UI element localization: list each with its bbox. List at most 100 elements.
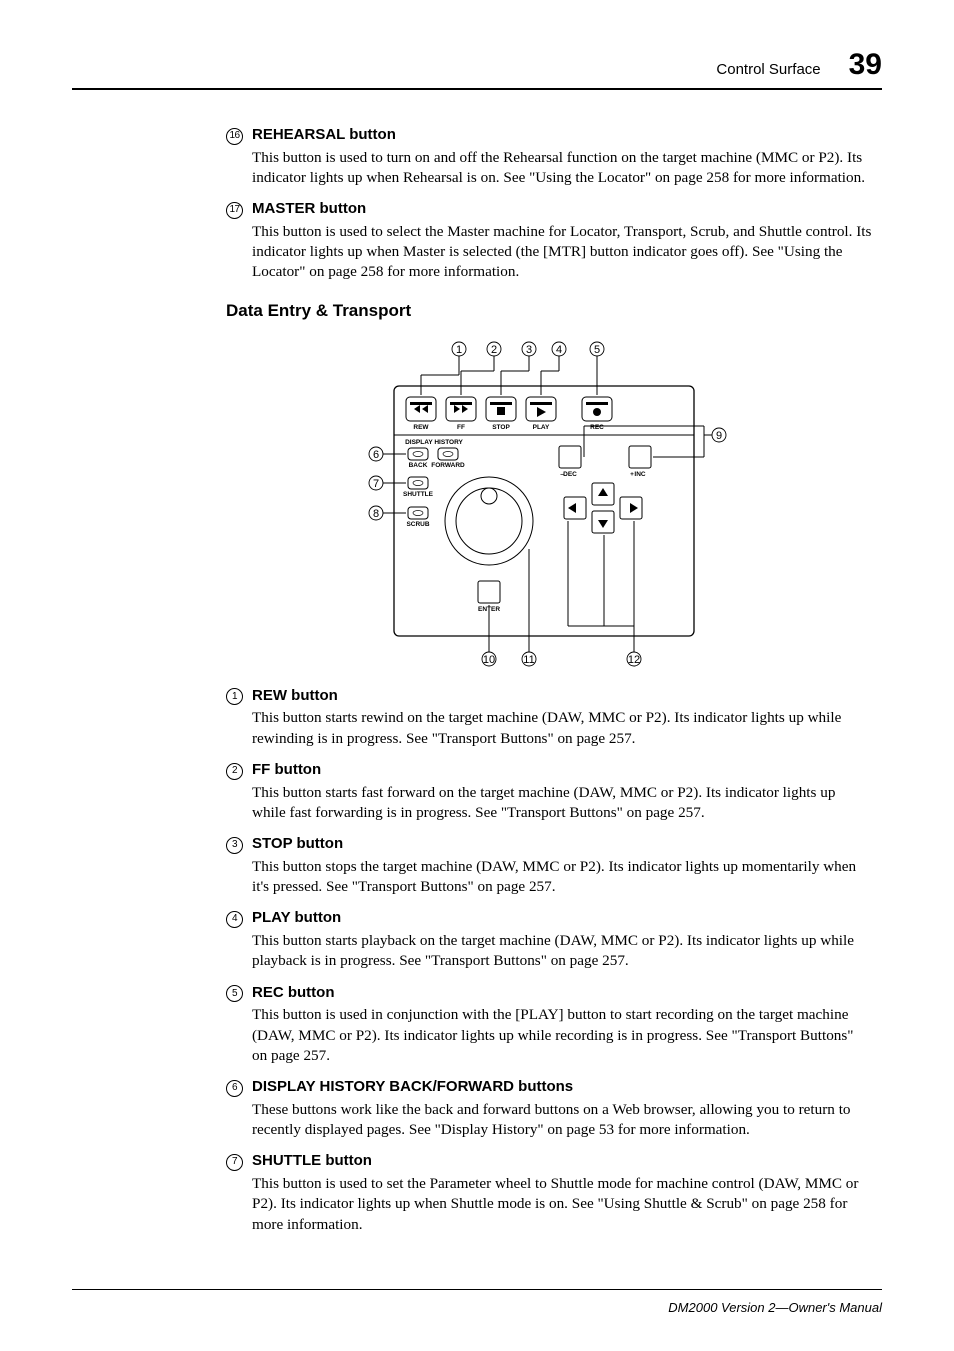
circled-number-5: 5 xyxy=(226,985,243,1002)
item-body: These buttons work like the back and for… xyxy=(252,1100,872,1141)
item-body: This button starts rewind on the target … xyxy=(252,708,872,749)
item-head: 1 REW button xyxy=(226,687,872,707)
item-body: This button is used to set the Parameter… xyxy=(252,1174,872,1235)
item-marker: 16 xyxy=(226,126,252,146)
item-marker: 7 xyxy=(226,1152,252,1172)
callout-1: 1 xyxy=(421,342,466,395)
circled-number-2: 2 xyxy=(226,763,243,780)
display-history-label: DISPLAY HISTORY xyxy=(405,439,463,446)
parameter-wheel-icon xyxy=(445,477,533,565)
svg-text:5: 5 xyxy=(594,344,600,356)
callout-4: 4 xyxy=(541,342,566,395)
item-marker: 5 xyxy=(226,984,252,1004)
diagram-wrap: REW FF STOP xyxy=(226,331,872,669)
item-head: 3 STOP button xyxy=(226,835,872,855)
svg-text:10: 10 xyxy=(483,654,495,666)
item-head: 5 REC button xyxy=(226,984,872,1004)
footer-text: DM2000 Version 2—Owner's Manual xyxy=(668,1300,882,1315)
svg-text:12: 12 xyxy=(628,654,640,666)
callout-7: 7 xyxy=(369,476,406,490)
svg-text:1: 1 xyxy=(456,344,462,356)
item-title: REC button xyxy=(252,984,334,1001)
item-rehearsal: 16 REHEARSAL button This button is used … xyxy=(226,126,872,188)
item-head: 2 FF button xyxy=(226,761,872,781)
play-label: PLAY xyxy=(533,424,550,431)
item-marker: 6 xyxy=(226,1078,252,1098)
svg-text:9: 9 xyxy=(716,430,722,442)
ff-button-icon: FF xyxy=(446,397,476,431)
item-body: This button is used to turn on and off t… xyxy=(252,148,872,189)
forward-button-icon: FORWARD xyxy=(431,448,465,469)
svg-text:2: 2 xyxy=(491,344,497,356)
item-marker: 17 xyxy=(226,200,252,220)
dec-button-icon: DEC – xyxy=(559,446,581,478)
circled-number-4: 4 xyxy=(226,911,243,928)
item-rew: 1 REW button This button starts rewind o… xyxy=(226,687,872,749)
inc-label: INC xyxy=(634,471,646,478)
inc-plus-label: + xyxy=(630,471,634,478)
svg-text:11: 11 xyxy=(523,654,534,666)
dec-label: DEC xyxy=(563,471,577,478)
circled-number-17: 17 xyxy=(226,202,243,219)
item-marker: 4 xyxy=(226,909,252,929)
page-footer: DM2000 Version 2—Owner's Manual xyxy=(72,1289,882,1315)
svg-text:4: 4 xyxy=(556,344,562,356)
item-marker: 1 xyxy=(226,687,252,707)
circled-number-6: 6 xyxy=(226,1080,243,1097)
page: Control Surface 39 16 REHEARSAL button T… xyxy=(0,0,954,1351)
item-title: MASTER button xyxy=(252,200,366,217)
callout-2: 2 xyxy=(461,342,501,395)
item-head: 17 MASTER button xyxy=(226,200,872,220)
item-body: This button starts playback on the targe… xyxy=(252,931,872,972)
transport-diagram: REW FF STOP xyxy=(334,331,764,669)
scrub-label: SCRUB xyxy=(406,521,429,528)
section-heading: Data Entry & Transport xyxy=(226,301,872,321)
item-head: 6 DISPLAY HISTORY BACK/FORWARD buttons xyxy=(226,1078,872,1098)
item-master: 17 MASTER button This button is used to … xyxy=(226,200,872,283)
item-title: FF button xyxy=(252,761,321,778)
item-marker: 2 xyxy=(226,761,252,781)
item-rec: 5 REC button This button is used in conj… xyxy=(226,984,872,1067)
content: 16 REHEARSAL button This button is used … xyxy=(226,126,872,1235)
circled-number-1: 1 xyxy=(226,688,243,705)
callout-11: 11 xyxy=(522,549,536,666)
stop-label: STOP xyxy=(492,424,510,431)
item-title: REW button xyxy=(252,687,338,704)
shuttle-button-icon: SHUTTLE xyxy=(403,477,434,498)
item-title: STOP button xyxy=(252,835,343,852)
item-title: PLAY button xyxy=(252,909,341,926)
circled-number-16: 16 xyxy=(226,128,243,145)
rew-label: REW xyxy=(413,424,429,431)
callout-5: 5 xyxy=(590,342,604,395)
item-ff: 2 FF button This button starts fast forw… xyxy=(226,761,872,823)
stop-button-icon: STOP xyxy=(486,397,516,431)
ff-label: FF xyxy=(457,424,465,431)
svg-text:7: 7 xyxy=(373,478,379,490)
header-section: Control Surface xyxy=(716,61,820,78)
back-button-icon: BACK xyxy=(408,448,428,469)
page-header: Control Surface 39 xyxy=(72,48,882,90)
item-body: This button is used to select the Master… xyxy=(252,222,872,283)
play-button-icon: PLAY xyxy=(526,397,556,431)
item-body: This button starts fast forward on the t… xyxy=(252,783,872,824)
back-label: BACK xyxy=(409,462,428,469)
item-play: 4 PLAY button This button starts playbac… xyxy=(226,909,872,971)
svg-text:8: 8 xyxy=(373,508,379,520)
circled-number-7: 7 xyxy=(226,1154,243,1171)
svg-text:3: 3 xyxy=(526,344,532,356)
circled-number-3: 3 xyxy=(226,837,243,854)
inc-button-icon: INC + xyxy=(629,446,651,478)
arrow-pad xyxy=(564,483,642,533)
item-head: 7 SHUTTLE button xyxy=(226,1152,872,1172)
callout-9: 9 xyxy=(584,426,726,457)
item-head: 16 REHEARSAL button xyxy=(226,126,872,146)
callout-3: 3 xyxy=(501,342,536,395)
dec-minus-label: – xyxy=(560,471,564,478)
svg-text:6: 6 xyxy=(373,449,379,461)
scrub-button-icon: SCRUB xyxy=(406,507,429,528)
item-shuttle: 7 SHUTTLE button This button is used to … xyxy=(226,1152,872,1235)
shuttle-label: SHUTTLE xyxy=(403,491,434,498)
item-title: DISPLAY HISTORY BACK/FORWARD buttons xyxy=(252,1078,573,1095)
item-body: This button stops the target machine (DA… xyxy=(252,857,872,898)
item-title: REHEARSAL button xyxy=(252,126,396,143)
